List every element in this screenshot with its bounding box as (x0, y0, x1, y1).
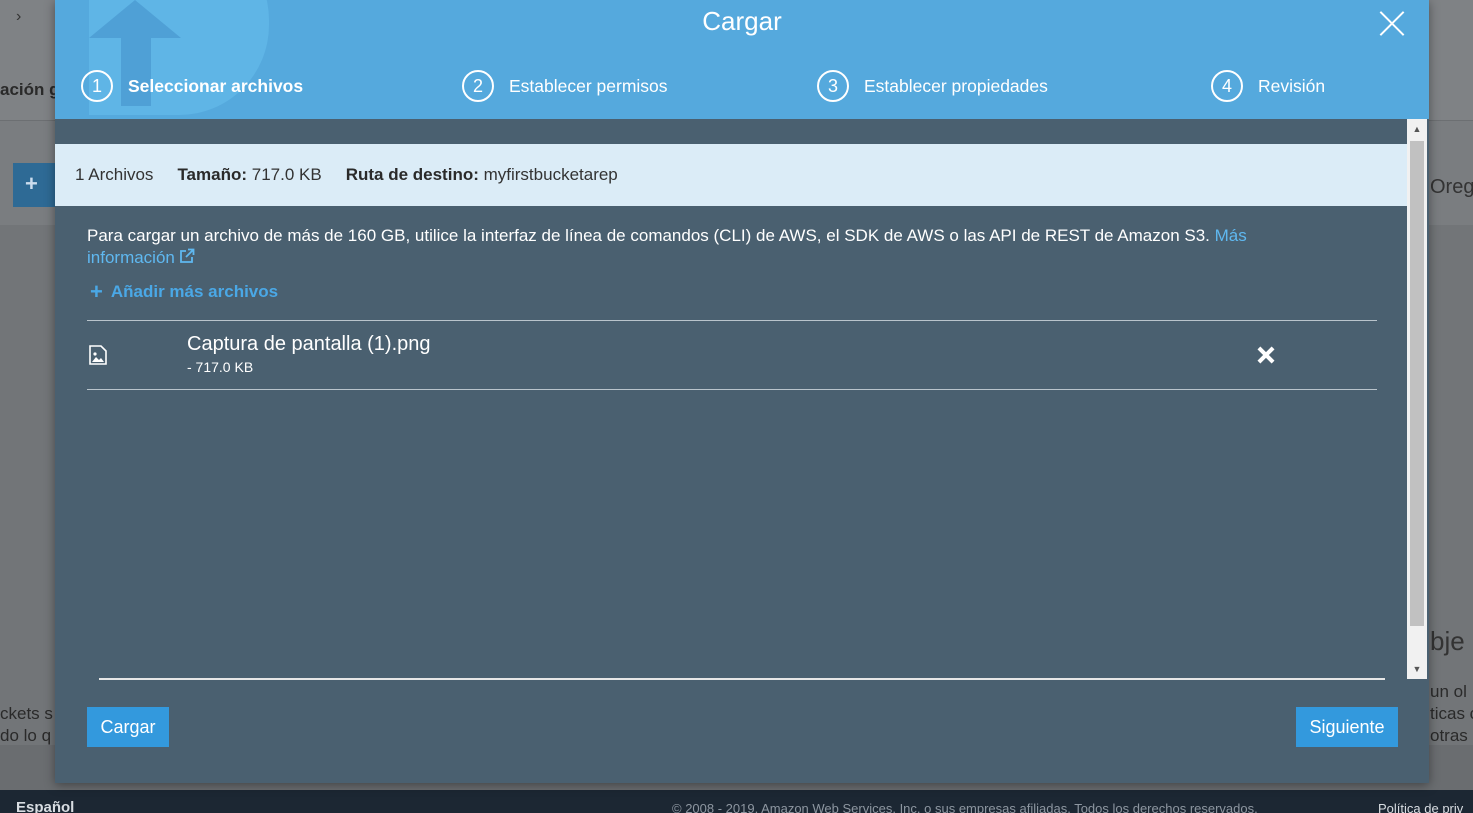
footer-divider (99, 678, 1385, 680)
file-name: Captura de pantalla (1).png (187, 333, 431, 355)
step-review[interactable]: 4 Revisión (1211, 70, 1325, 102)
notice-text: Para cargar un archivo de más de 160 GB,… (87, 226, 1210, 245)
add-more-files-button[interactable]: + Añadir más archivos (90, 279, 279, 304)
scroll-thumb[interactable] (1410, 141, 1424, 626)
step-select-files[interactable]: 1 Seleccionar archivos (81, 70, 303, 102)
step-set-permissions[interactable]: 2 Establecer permisos (462, 70, 668, 102)
step-number: 2 (462, 70, 494, 102)
file-count: 1 Archivos (75, 165, 154, 184)
chevron-right-icon: › (16, 8, 22, 25)
background-add-button: + (13, 163, 61, 207)
size-label: Tamaño: (177, 165, 248, 184)
file-size: - 717.0 KB (187, 359, 254, 375)
step-number: 1 (81, 70, 113, 102)
step-label: Seleccionar archivos (128, 75, 304, 96)
scroll-up-arrow-icon[interactable]: ▲ (1407, 119, 1427, 139)
file-list: Captura de pantalla (1).png - 717.0 KB (87, 320, 1377, 390)
background-region-text: Oreg (1430, 176, 1473, 198)
size-value: 717.0 KB (251, 165, 322, 184)
destination-value: myfirstbucketarep (483, 165, 618, 184)
background-heading: ación g (0, 80, 60, 99)
remove-icon[interactable] (1255, 345, 1277, 367)
dialog-header: Cargar 1 Seleccionar archivos 2 Establec… (55, 0, 1429, 119)
image-file-icon (89, 345, 107, 365)
background-left-line: ckets s (0, 704, 53, 723)
footer-copyright: © 2008 - 2019, Amazon Web Services, Inc.… (672, 801, 1258, 813)
step-label: Revisión (1258, 75, 1326, 96)
step-label: Establecer permisos (509, 75, 668, 96)
background-side-line: ticas c (1430, 704, 1473, 723)
large-file-notice: Para cargar un archivo de más de 160 GB,… (87, 225, 1307, 269)
footer-privacy-link: Política de priv (1378, 801, 1464, 813)
step-number: 3 (817, 70, 849, 102)
external-link-icon (179, 248, 195, 263)
plus-icon: + (90, 279, 103, 304)
dialog-scrollbar[interactable]: ▲ ▼ (1407, 119, 1427, 679)
total-size: Tamaño: 717.0 KB (177, 165, 321, 185)
language-selector: Español (16, 799, 75, 813)
background-left-line: do lo q (0, 726, 52, 745)
close-icon[interactable] (1377, 8, 1407, 38)
next-button[interactable]: Siguiente (1296, 707, 1398, 747)
background-side-line: otras (1430, 726, 1468, 745)
step-number: 4 (1211, 70, 1243, 102)
upload-button[interactable]: Cargar (87, 707, 169, 747)
step-label: Establecer propiedades (864, 75, 1048, 96)
scroll-down-arrow-icon[interactable]: ▼ (1407, 659, 1427, 679)
upload-summary-bar: 1 Archivos Tamaño: 717.0 KB Ruta de dest… (55, 144, 1407, 206)
destination-label: Ruta de destino: (345, 165, 479, 184)
destination-path: Ruta de destino: myfirstbucketarep (346, 165, 618, 185)
step-set-properties[interactable]: 3 Establecer propiedades (817, 70, 1048, 102)
background-side-line: un ol (1430, 682, 1467, 701)
background-side-heading: bje (1430, 626, 1465, 656)
dialog-title: Cargar (702, 6, 782, 36)
upload-dialog: Cargar 1 Seleccionar archivos 2 Establec… (55, 0, 1429, 783)
file-row: Captura de pantalla (1).png - 717.0 KB (87, 320, 1377, 390)
add-more-label: Añadir más archivos (110, 282, 279, 301)
